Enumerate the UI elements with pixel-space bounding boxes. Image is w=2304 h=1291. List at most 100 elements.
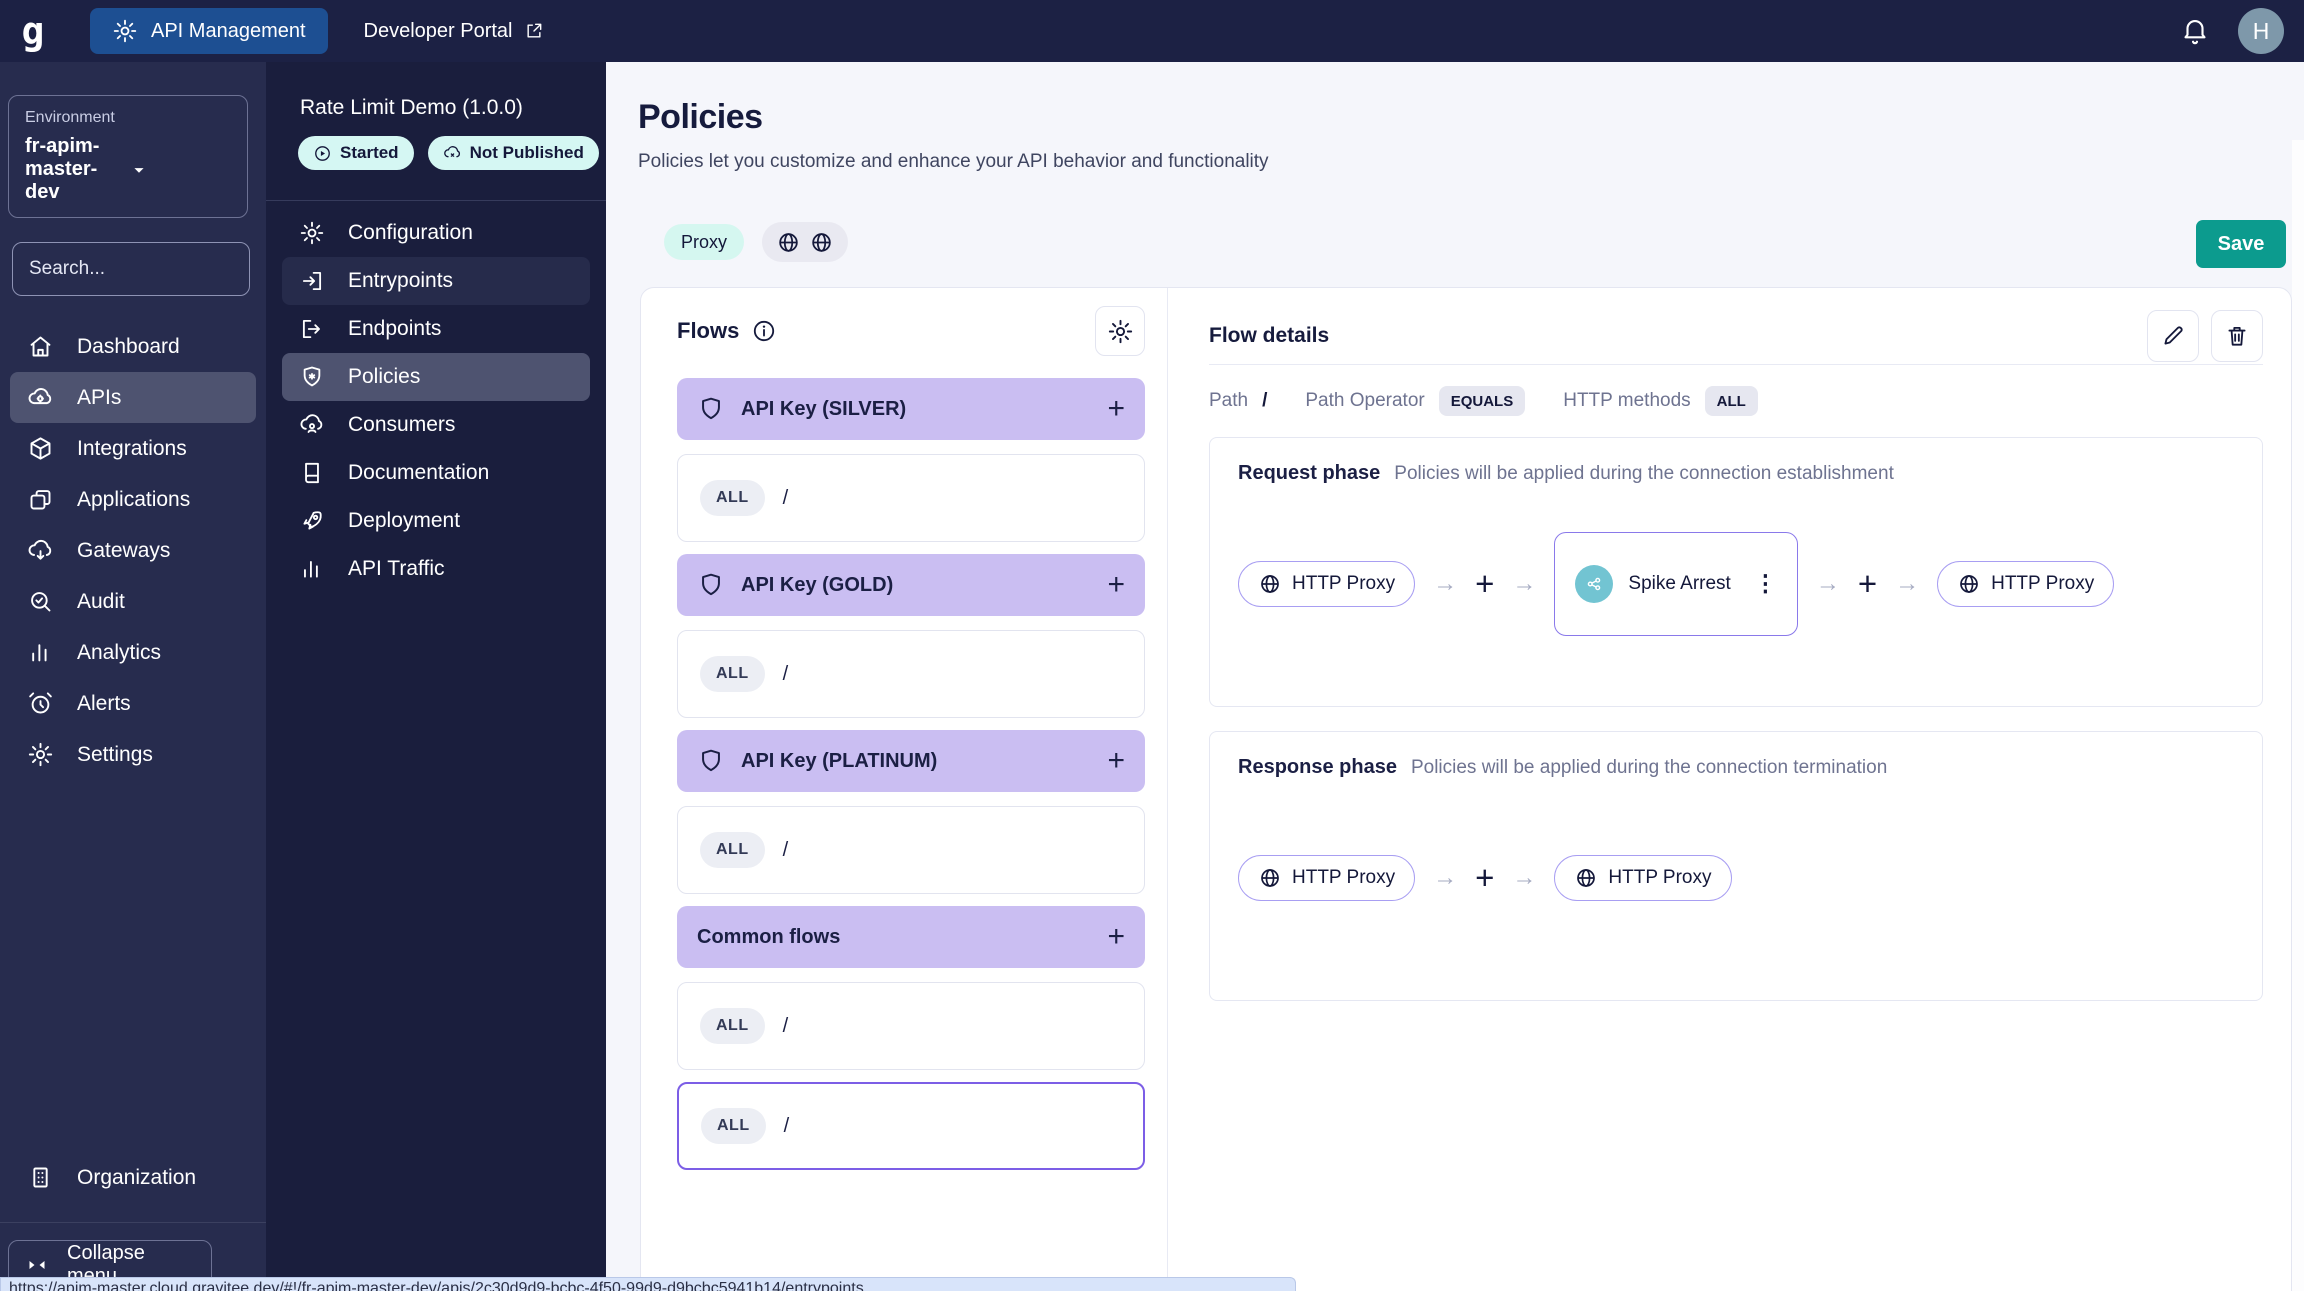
bar-chart-icon xyxy=(299,556,325,582)
environment-sidebar: Environment fr-apim-master-dev Dashboard… xyxy=(0,62,296,1291)
flow-item-selected[interactable]: ALL / xyxy=(677,1082,1145,1170)
developer-portal-link[interactable]: Developer Portal xyxy=(364,20,544,43)
globe-icon xyxy=(776,230,801,255)
info-icon[interactable] xyxy=(751,318,777,344)
page-subtitle: Policies let you customize and enhance y… xyxy=(638,151,1269,172)
api-item-deployment[interactable]: Deployment xyxy=(282,497,590,545)
connector-label: HTTP Proxy xyxy=(1991,572,2095,594)
connector-chip xyxy=(762,222,849,262)
add-flow-button[interactable]: + xyxy=(1107,568,1125,602)
flow-item[interactable]: ALL / xyxy=(677,982,1145,1070)
sidebar-item-applications[interactable]: Applications xyxy=(10,474,256,525)
api-sidebar: Rate Limit Demo (1.0.0) Started Not Publ… xyxy=(266,62,606,1291)
flow-group-common-flows[interactable]: Common flows + xyxy=(677,906,1145,968)
sidebar-item-organization[interactable]: Organization xyxy=(10,1152,256,1203)
environment-select[interactable]: Environment fr-apim-master-dev xyxy=(8,95,248,218)
api-item-endpoints[interactable]: Endpoints xyxy=(282,305,590,353)
sidebar-item-audit[interactable]: Audit xyxy=(10,576,256,627)
sidebar-search xyxy=(12,242,296,296)
flows-settings-button[interactable] xyxy=(1095,306,1145,356)
add-flow-button[interactable]: + xyxy=(1107,744,1125,778)
add-policy-button[interactable]: + xyxy=(1475,567,1494,600)
response-phase-title: Response phase xyxy=(1238,756,1397,778)
api-item-configuration[interactable]: Configuration xyxy=(282,209,590,257)
add-policy-button[interactable]: + xyxy=(1475,861,1494,894)
status-badge-started: Started xyxy=(298,136,414,170)
api-item-documentation[interactable]: Documentation xyxy=(282,449,590,497)
environment-value: fr-apim-master-dev xyxy=(25,135,100,203)
enter-arrow-icon xyxy=(299,268,325,294)
user-avatar[interactable]: H xyxy=(2238,8,2284,54)
flow-item[interactable]: ALL / xyxy=(677,806,1145,894)
building-icon xyxy=(27,1164,54,1191)
collapse-icon xyxy=(25,1253,49,1277)
endpoint-connector: HTTP Proxy xyxy=(1937,560,2115,607)
api-item-consumers[interactable]: Consumers xyxy=(282,401,590,449)
sidebar-item-analytics[interactable]: Analytics xyxy=(10,627,256,678)
search-check-icon xyxy=(27,588,54,615)
policy-step-spike-arrest[interactable]: Spike Arrest ⋮ xyxy=(1554,531,1798,636)
flow-item[interactable]: ALL / xyxy=(677,454,1145,542)
sidebar-item-gateways[interactable]: Gateways xyxy=(10,525,256,576)
flows-title: Flows xyxy=(677,318,740,343)
add-flow-button[interactable]: + xyxy=(1107,920,1125,954)
flow-group-label: API Key (PLATINUM) xyxy=(741,749,938,772)
globe-icon xyxy=(809,230,834,255)
play-circle-icon xyxy=(313,144,332,163)
api-item-api-traffic[interactable]: API Traffic xyxy=(282,545,590,593)
request-phase-chain: HTTP Proxy → + → Spike Arrest ⋮ → + → HT… xyxy=(1238,531,2115,636)
home-icon xyxy=(27,333,54,360)
sidebar-item-label: Organization xyxy=(77,1165,197,1189)
cloud-download-icon xyxy=(27,537,54,564)
sidebar-item-dashboard[interactable]: Dashboard xyxy=(10,321,256,372)
shield-star-icon xyxy=(299,364,325,390)
http-methods-label: HTTP methods xyxy=(1563,390,1691,411)
flow-item[interactable]: ALL / xyxy=(677,630,1145,718)
app-root: g API Management Developer Portal H Envi… xyxy=(0,0,2304,1291)
edit-flow-button[interactable] xyxy=(2147,310,2199,362)
connector-label: HTTP Proxy xyxy=(1292,572,1396,594)
trash-icon xyxy=(2224,323,2250,349)
shield-icon xyxy=(697,395,725,423)
sidebar-item-alerts[interactable]: Alerts xyxy=(10,678,256,729)
api-type-chips: Proxy xyxy=(664,222,849,262)
gravitee-logo[interactable]: g xyxy=(0,12,66,50)
method-badge: ALL xyxy=(700,832,765,868)
cloud-unpublished-icon xyxy=(443,144,462,163)
api-management-button[interactable]: API Management xyxy=(90,8,328,54)
bar-chart-icon xyxy=(27,639,54,666)
add-policy-button[interactable]: + xyxy=(1858,567,1877,600)
http-methods-badge: ALL xyxy=(1704,386,1758,416)
flow-list: API Key (SILVER) + ALL / API Key (GOLD) … xyxy=(677,378,1145,1170)
policy-menu-button[interactable]: ⋮ xyxy=(1754,570,1777,597)
flow-group-api-key-platinum[interactable]: API Key (PLATINUM) + xyxy=(677,730,1145,792)
book-icon xyxy=(299,460,325,486)
search-input[interactable] xyxy=(29,258,274,280)
add-flow-button[interactable]: + xyxy=(1107,392,1125,426)
environment-nav: Dashboard APIs Integrations Applications… xyxy=(0,321,266,780)
flow-group-api-key-gold[interactable]: API Key (GOLD) + xyxy=(677,554,1145,616)
scrollbar-track[interactable] xyxy=(2292,140,2304,1291)
api-item-policies[interactable]: Policies xyxy=(282,353,590,401)
delete-flow-button[interactable] xyxy=(2211,310,2263,362)
sidebar-item-settings[interactable]: Settings xyxy=(10,729,256,780)
path-operator-badge: EQUALS xyxy=(1438,386,1526,416)
rocket-icon xyxy=(299,508,325,534)
sidebar-item-apis[interactable]: APIs xyxy=(10,372,256,423)
sidebar-item-integrations[interactable]: Integrations xyxy=(10,423,256,474)
api-item-entrypoints[interactable]: Entrypoints xyxy=(282,257,590,305)
api-item-label: Policies xyxy=(348,365,421,388)
notifications-bell-icon[interactable] xyxy=(2180,16,2210,46)
spike-arrest-icon xyxy=(1575,564,1614,603)
method-badge: ALL xyxy=(701,1108,766,1144)
save-button[interactable]: Save xyxy=(2196,220,2286,268)
chevron-down-icon xyxy=(128,159,231,181)
globe-icon xyxy=(1258,572,1282,596)
gear-icon xyxy=(112,18,138,44)
sidebar-item-label: Analytics xyxy=(77,640,162,664)
response-phase-card: Response phase Policies will be applied … xyxy=(1209,731,2263,1001)
method-badge: ALL xyxy=(700,1008,765,1044)
flow-group-api-key-silver[interactable]: API Key (SILVER) + xyxy=(677,378,1145,440)
alarm-clock-icon xyxy=(27,690,54,717)
flow-path: / xyxy=(782,838,789,861)
